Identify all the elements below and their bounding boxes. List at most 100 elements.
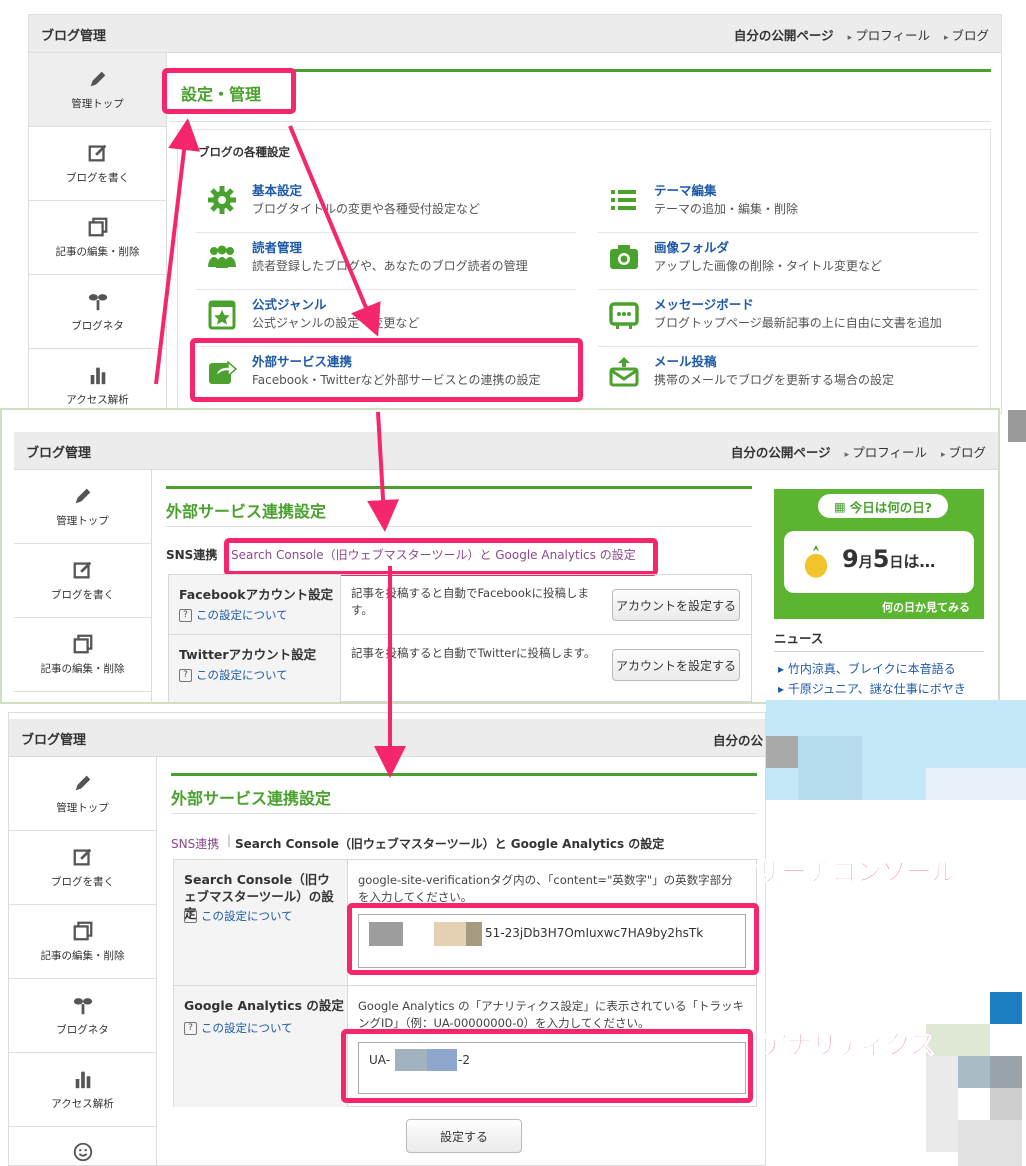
facebook-account-button[interactable]: アカウントを設定する [612, 589, 740, 621]
highlight-tab [224, 538, 658, 576]
sprout-icon [73, 998, 92, 1015]
bar-chart-icon [90, 367, 105, 385]
sidebar-item-edit-delete[interactable]: 記事の編集・削除 [14, 618, 151, 692]
widget-day: 5 [872, 545, 890, 573]
row-desc: 記事を投稿すると自動でTwitterに投稿します。 [351, 646, 596, 660]
setting-desc: 読者登録したブログや、あなたのブログ読者の管理 [252, 259, 528, 273]
sidebar-item-label: ブログネタ [56, 1024, 109, 1036]
table-row: Twitterアカウント設定 ? この設定について 記事を投稿すると自動でTwit… [169, 634, 751, 702]
board-icon [609, 302, 639, 329]
blog-link[interactable]: ブログ [941, 442, 986, 461]
setting-title: メッセージボード [654, 297, 754, 312]
sidebar-item-edit-delete[interactable]: 記事の編集・削除 [29, 201, 166, 275]
submit-button[interactable]: 設定する [406, 1119, 522, 1153]
sidebar-item-admin-top[interactable]: 管理トップ [14, 470, 151, 544]
header-title: ブログ管理 [26, 446, 92, 461]
row-desc: Google Analytics の「アナリティクス設定」に表示されている「トラ… [358, 999, 744, 1031]
help-link[interactable]: ? この設定について [184, 1020, 293, 1036]
sidebar: 管理トップ ブログを書く 記事の編集・削除 [14, 470, 152, 702]
public-page-link[interactable]: 自分の公開ページ [731, 442, 831, 461]
sidebar-item-label: アクセス解析 [66, 394, 129, 406]
help-link[interactable]: ? この設定について [179, 667, 288, 683]
sidebar-item-write[interactable]: ブログを書く [9, 831, 156, 905]
section-rule [171, 773, 757, 776]
panel-external-services: ブログ管理 自分の公開ページ プロフィール ブログ 管理トップ ブログを書く 記… [0, 408, 1000, 704]
widget-link[interactable]: 何の日か見てみる [882, 599, 970, 615]
highlight-search-console-input [347, 903, 759, 975]
setting-images[interactable]: 画像フォルダ アップした画像の削除・タイトル変更など [608, 237, 988, 289]
row-label: Google Analytics の設定 [184, 998, 344, 1013]
news-item[interactable]: ▸ 千原ジュニア、謎な仕事にボヤき [778, 680, 966, 697]
help-link[interactable]: ? この設定について [184, 908, 293, 924]
help-link[interactable]: ? この設定について [179, 607, 288, 623]
setting-desc: テーマの追加・編集・削除 [654, 202, 799, 216]
bar-chart-icon [75, 1071, 90, 1089]
highlight-analytics-input [341, 1029, 753, 1103]
sidebar-item-blog-neta[interactable]: ブログネタ [9, 979, 156, 1053]
sidebar: 管理トップ ブログを書く 記事の編集・削除 ブログネタ アクセス解析 [29, 53, 167, 413]
public-page-link[interactable]: 自分の公開ページ [734, 25, 834, 44]
sidebar-item-label: 記事の編集・削除 [40, 663, 125, 675]
blog-link[interactable]: ブログ [944, 25, 989, 44]
header-title: ブログ管理 [21, 733, 87, 748]
sidebar-item-write[interactable]: ブログを書く [14, 544, 151, 618]
sidebar-item-label: ブログネタ [71, 320, 124, 332]
files-icon [73, 634, 92, 654]
setting-message-board[interactable]: メッセージボード ブログトップページ最新記事の上に自由に文書を追加 [608, 294, 988, 346]
today-widget[interactable]: ▦ 今日は何の日? 9月5日は… 何の日か見てみる [774, 489, 984, 619]
highlight-external-services [190, 338, 583, 402]
row-label: Twitterアカウント設定 [179, 647, 317, 662]
setting-title: 読者管理 [252, 240, 303, 255]
sidebar-item-admin-top[interactable]: 管理トップ [9, 757, 156, 831]
sprout-icon [88, 294, 107, 311]
sidebar-item-label: 管理トップ [71, 98, 124, 110]
files-icon [88, 217, 107, 237]
sidebar-item-label: ブログを書く [51, 876, 114, 888]
public-page-link[interactable]: 自分の公 [713, 730, 763, 749]
edit-icon [73, 848, 91, 866]
row-desc: google-site-verificationタグ内の、「content="英… [358, 873, 733, 905]
highlight-section-title [162, 68, 296, 114]
tab-sns[interactable]: SNS連携 [166, 546, 217, 563]
widget-month: 9 [842, 545, 859, 573]
setting-title: メール投稿 [654, 354, 717, 369]
tab-sns[interactable]: SNS連携 [171, 835, 219, 852]
profile-link[interactable]: プロフィール [848, 25, 930, 44]
sidebar-item-write[interactable]: ブログを書く [29, 127, 166, 201]
sidebar-item-more[interactable] [9, 1127, 156, 1165]
list-icon [611, 190, 636, 210]
callout-search-console: サーチコンソール [755, 858, 957, 889]
setting-theme[interactable]: テーマ編集 テーマの追加・編集・削除 [608, 180, 988, 232]
camera-icon [610, 245, 638, 269]
setting-title: テーマ編集 [654, 183, 717, 198]
news-title: ニュース [774, 628, 984, 652]
pencil-icon [75, 488, 90, 504]
setting-readers[interactable]: 読者管理 読者登録したブログや、あなたのブログ読者の管理 [206, 237, 586, 289]
tab-current: Search Console（旧ウェブマスターツール）と Google Anal… [235, 837, 665, 851]
sidebar-item-blog-neta[interactable]: ブログネタ [29, 275, 166, 349]
sidebar-item-label: ブログを書く [66, 172, 129, 184]
profile-link[interactable]: プロフィール [845, 442, 927, 461]
setting-title: 画像フォルダ [654, 240, 730, 255]
pencil-icon [75, 775, 90, 791]
setting-mail-post[interactable]: メール投稿 携帯のメールでブログを更新する場合の設定 [608, 351, 988, 403]
section-rule [166, 486, 752, 489]
question-icon: ? [179, 668, 192, 682]
sidebar-item-analytics[interactable]: アクセス解析 [29, 349, 166, 413]
setting-basic[interactable]: 基本設定 ブログタイトルの変更や各種受付設定など [206, 180, 586, 232]
question-icon: ? [184, 1021, 197, 1035]
twitter-account-button[interactable]: アカウントを設定する [612, 649, 740, 681]
star-frame-icon [208, 300, 236, 330]
pineapple-icon [804, 545, 828, 578]
scrollbar-stub [1008, 410, 1026, 442]
pencil-icon [90, 71, 105, 87]
header-title: ブログ管理 [41, 29, 107, 44]
news-item[interactable]: ▸ 竹内涼真、ブレイクに本音語る [778, 660, 956, 677]
table-row: Facebookアカウント設定 ? この設定について 記事を投稿すると自動でFac… [169, 574, 751, 634]
setting-desc: 公式ジャンルの設定・変更など [252, 316, 420, 330]
sidebar-item-admin-top[interactable]: 管理トップ [29, 53, 166, 127]
sidebar-item-edit-delete[interactable]: 記事の編集・削除 [9, 905, 156, 979]
header-bar: ブログ管理 自分の公 [9, 719, 765, 757]
sidebar-item-analytics[interactable]: アクセス解析 [9, 1053, 156, 1127]
panel-analytics-settings: ブログ管理 自分の公 管理トップ ブログを書く 記事の編集・削除 ブログネタ ア… [8, 712, 766, 1166]
